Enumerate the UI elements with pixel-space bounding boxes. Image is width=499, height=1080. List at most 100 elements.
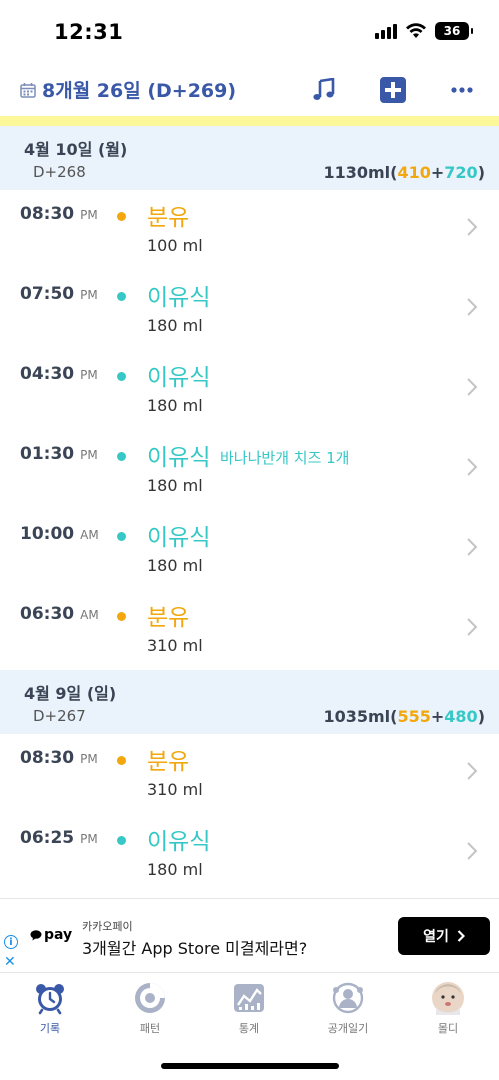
entry-type-dot [117, 612, 126, 621]
entry-ampm: PM [80, 832, 98, 846]
day-date: 4월 9일 (일) [24, 684, 117, 703]
day-total: 1035ml(555+480) [323, 707, 485, 726]
entry-amount: 180 ml [147, 316, 203, 335]
header-date-title[interactable]: 8개월 26일 (D+269) [20, 76, 236, 103]
entry-time: 06:30 AM [20, 604, 99, 624]
calendar-icon [20, 82, 36, 98]
chevron-right-icon [467, 378, 478, 396]
entry-amount: 180 ml [147, 476, 203, 495]
entry-amount: 100 ml [147, 236, 203, 255]
status-time: 12:31 [54, 20, 124, 44]
entry-amount: 180 ml [147, 396, 203, 415]
entry-type-dot [117, 836, 126, 845]
ad-brand: 카카오페이 [82, 920, 133, 933]
public-diary-icon [331, 981, 365, 1015]
tab-statistics[interactable]: 통계 [209, 981, 289, 1036]
entry-time-value: 06:30 [20, 604, 75, 624]
music-note-icon [313, 78, 335, 100]
record-list[interactable]: 4월 10일 (월) D+268 1130ml(410+720) 08:30 PM… [0, 126, 499, 894]
entry-type: 이유식 [147, 525, 211, 551]
ad-banner[interactable]: i ✕ pay 카카오페이 3개월간 App Store 미결제라면? 열기 [0, 898, 499, 973]
day-total-value: 1035ml [323, 707, 391, 726]
tab-pattern[interactable]: 패턴 [110, 981, 190, 1036]
ad-info-icon[interactable]: i [4, 935, 18, 949]
header-title-text: 8개월 26일 (D+269) [42, 80, 237, 102]
day-header: 4월 9일 (일) D+267 1035ml(555+480) [0, 670, 499, 734]
feeding-entry-row[interactable]: 01:30 PM 이유식 바나나반개 치즈 1개 180 ml [0, 430, 499, 510]
day-formula-amount: 555 [397, 707, 431, 726]
tab-record[interactable]: 기록 [10, 981, 90, 1036]
chevron-right-icon [467, 218, 478, 236]
entry-time: 07:50 PM [20, 284, 98, 304]
entry-time: 04:30 PM [20, 364, 98, 384]
status-bar: 12:31 36 [0, 0, 499, 64]
kakaopay-logo: pay [30, 927, 72, 943]
tab-label: 기록 [39, 1022, 61, 1035]
feeding-entry-row[interactable]: 08:30 PM 분유 100 ml [0, 190, 499, 270]
feeding-entry-row[interactable]: 10:00 AM 이유식 180 ml [0, 510, 499, 590]
tab-label: 몰디 [437, 1022, 459, 1035]
alarm-clock-icon [33, 981, 67, 1015]
entry-type-dot [117, 532, 126, 541]
entry-ampm: AM [80, 528, 99, 542]
entry-type-dot [117, 756, 126, 765]
add-record-button[interactable] [377, 74, 409, 106]
entry-type: 분유 [147, 605, 190, 631]
feeding-entry-row[interactable]: 06:30 AM 분유 310 ml [0, 590, 499, 670]
music-button[interactable] [308, 74, 340, 106]
entry-time-value: 01:30 [20, 444, 75, 464]
day-solid-amount: 720 [444, 163, 478, 182]
entry-time: 06:25 PM [20, 828, 98, 848]
day-total-value: 1130ml [323, 163, 391, 182]
tab-profile[interactable]: 몰디 [408, 981, 488, 1036]
pattern-chart-icon [133, 981, 167, 1015]
entry-time-value: 08:30 [20, 204, 75, 224]
feeding-entry-row[interactable]: 08:30 PM 분유 310 ml [0, 734, 499, 814]
day-formula-amount: 410 [397, 163, 431, 182]
more-icon [451, 87, 473, 93]
tab-public-diary[interactable]: 공개일기 [308, 981, 388, 1036]
feeding-entry-row[interactable]: 04:30 PM 이유식 180 ml [0, 350, 499, 430]
entry-time: 08:30 PM [20, 748, 98, 768]
day-dplus: D+267 [33, 707, 86, 725]
entry-type: 분유 [147, 749, 190, 775]
entry-note: 바나나반개 치즈 1개 [220, 449, 350, 467]
entry-type-dot [117, 452, 126, 461]
chevron-right-icon [467, 458, 478, 476]
add-square-icon [380, 77, 406, 103]
profile-avatar-icon [431, 981, 465, 1015]
entry-ampm: PM [80, 752, 98, 766]
entry-time-value: 06:25 [20, 828, 75, 848]
feeding-entry-row[interactable]: 06:25 PM 이유식 180 ml [0, 814, 499, 894]
more-button[interactable] [446, 74, 478, 106]
entry-time-value: 04:30 [20, 364, 75, 384]
tab-label: 통계 [238, 1022, 260, 1035]
day-dplus: D+268 [33, 163, 86, 181]
feeding-entry-row[interactable]: 07:50 PM 이유식 180 ml [0, 270, 499, 350]
ad-close-icon[interactable]: ✕ [4, 954, 16, 970]
day-header: 4월 10일 (월) D+268 1130ml(410+720) [0, 126, 499, 190]
chevron-right-icon [467, 618, 478, 636]
day-total: 1130ml(410+720) [323, 163, 485, 182]
ad-open-button[interactable]: 열기 [398, 917, 490, 955]
statistics-icon [232, 981, 266, 1015]
signal-icon [375, 23, 397, 39]
entry-ampm: PM [80, 368, 98, 382]
entry-ampm: PM [80, 288, 98, 302]
tab-label: 패턴 [139, 1022, 161, 1035]
entry-time: 01:30 PM [20, 444, 98, 464]
status-icons: 36 [375, 22, 473, 40]
chevron-right-icon [467, 298, 478, 316]
day-solid-amount: 480 [444, 707, 478, 726]
chevron-right-icon [467, 538, 478, 556]
entry-amount: 310 ml [147, 780, 203, 799]
speech-bubble-icon [30, 929, 42, 940]
entry-time-value: 07:50 [20, 284, 75, 304]
ad-open-label: 열기 [423, 929, 449, 945]
battery-icon: 36 [435, 22, 473, 40]
entry-time-value: 08:30 [20, 748, 75, 768]
entry-time: 10:00 AM [20, 524, 99, 544]
day-date: 4월 10일 (월) [24, 140, 128, 159]
entry-type: 이유식 [147, 365, 211, 391]
entry-time: 08:30 PM [20, 204, 98, 224]
